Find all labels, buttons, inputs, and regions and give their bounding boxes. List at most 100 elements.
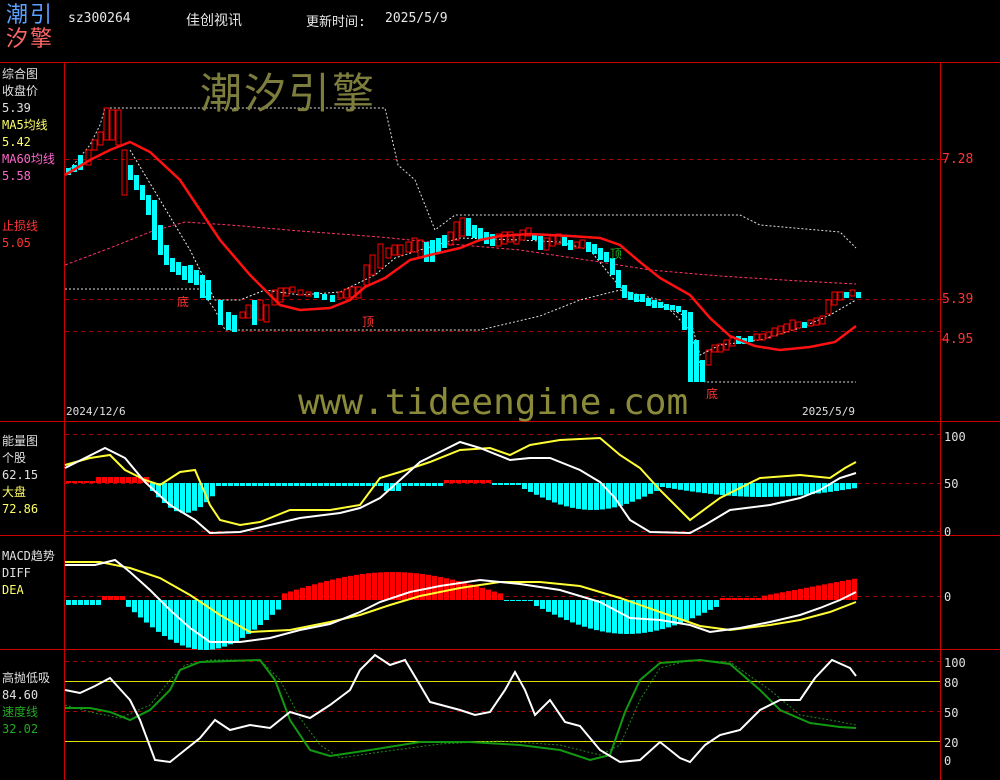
energy-bar-down (492, 483, 497, 485)
macd-bar-down (78, 600, 83, 605)
price-tick-high: 7.28 (942, 152, 974, 167)
energy-bar-down (336, 483, 341, 486)
macd-bar-down (96, 600, 101, 605)
macd-bar-up (360, 573, 365, 600)
candle-down (170, 258, 175, 272)
candle-down (164, 245, 169, 265)
macd-bar-down (150, 600, 155, 628)
energy-bar-down (360, 483, 365, 486)
candle-down (146, 195, 151, 215)
energy-bar-down (552, 483, 557, 503)
macd-bar-up (294, 589, 299, 600)
macd-bar-up (822, 584, 827, 600)
macd-bar-down (270, 600, 275, 615)
energy-bar-up (450, 480, 455, 483)
macd-bar-down (558, 600, 563, 618)
stop-loss-line (129, 149, 857, 356)
candle-down (206, 280, 211, 300)
macd-bar-up (816, 585, 821, 600)
candle-down (670, 305, 675, 310)
candle-up (121, 149, 128, 196)
macd-bar-up (324, 581, 329, 600)
ma5-label: MA5均线 (2, 118, 48, 132)
price-tick-low: 4.95 (942, 332, 974, 347)
macd-bar-down (618, 600, 623, 634)
main-panel-title: 综合图 (2, 67, 39, 81)
market-energy-label: 大盘 (2, 485, 27, 499)
energy-bar-down (798, 483, 803, 496)
macd-bar-down (702, 600, 707, 613)
update-label: 更新时间: (306, 15, 366, 30)
energy-bar-down (660, 483, 665, 487)
macd-bar-up (786, 591, 791, 600)
macd-bar-down (570, 600, 575, 623)
energy-bar-up (96, 477, 101, 483)
energy-bar-down (312, 483, 317, 486)
energy-bar-down (672, 483, 677, 489)
energy-bar-down (684, 483, 689, 491)
energy-bar-up (474, 480, 479, 483)
candle-down (664, 304, 669, 310)
candle-down (134, 175, 139, 190)
stock-code: sz300264 (68, 11, 131, 26)
macd-bar-down (708, 600, 713, 610)
candle-down (646, 298, 651, 306)
energy-bar-down (408, 483, 413, 486)
candle-down (592, 244, 597, 254)
energy-bar-down (282, 483, 287, 486)
candle-up (453, 221, 460, 241)
energy-bar-down (696, 483, 701, 493)
macd-bar-down (84, 600, 89, 605)
energy-bar-down (276, 483, 281, 486)
dea-label: DEA (2, 583, 24, 597)
macd-bar-up (738, 598, 743, 600)
macd-bar-up (462, 582, 467, 600)
macd-bar-down (246, 600, 251, 634)
energy-bar-down (768, 483, 773, 497)
macd-bar-up (288, 591, 293, 600)
energy-bar-down (258, 483, 263, 486)
macd-bar-down (528, 600, 533, 601)
candle-down (182, 266, 187, 280)
macd-bar-down (546, 600, 551, 612)
candle-down (188, 265, 193, 283)
macd-bar-up (438, 576, 443, 600)
candle-down (226, 312, 231, 330)
energy-bar-down (594, 483, 599, 510)
macd-tick-0: 0 (944, 590, 952, 604)
energy-bar-down (438, 483, 443, 486)
candle-down (634, 294, 639, 302)
macd-bar-down (276, 600, 281, 610)
energy-bar-down (366, 483, 371, 486)
close-value: 5.39 (2, 101, 31, 115)
candle-up (447, 231, 454, 246)
energy-bar-down (534, 483, 539, 495)
macd-bar-down (126, 600, 131, 607)
macd-bar-down (168, 600, 173, 640)
candle-up (377, 243, 384, 269)
macd-bar-up (804, 587, 809, 600)
kdj-tick-20: 20 (944, 736, 959, 750)
energy-bar-down (546, 483, 551, 501)
macd-bar-up (306, 586, 311, 600)
candle-up (391, 244, 398, 256)
candle-down (568, 240, 573, 250)
candle-up (405, 241, 412, 253)
candle-down (628, 292, 633, 300)
candle-down (844, 292, 849, 298)
macd-bar-up (750, 598, 755, 600)
candle-down (490, 234, 495, 246)
price-chart (64, 107, 861, 383)
candle-down (176, 262, 181, 275)
macd-bar-down (582, 600, 587, 627)
macd-bar-up (732, 598, 737, 600)
macd-bar-up (798, 588, 803, 600)
energy-bar-down (228, 483, 233, 486)
energy-bar-down (306, 483, 311, 486)
kdj-panel-title: 高抛低吸 (2, 671, 51, 685)
candle-up (837, 291, 844, 301)
macd-bar-up (444, 578, 449, 600)
energy-bar-down (852, 483, 857, 489)
speed-label: 速度线 (2, 705, 39, 719)
top-marker-2: 顶 (610, 247, 623, 261)
